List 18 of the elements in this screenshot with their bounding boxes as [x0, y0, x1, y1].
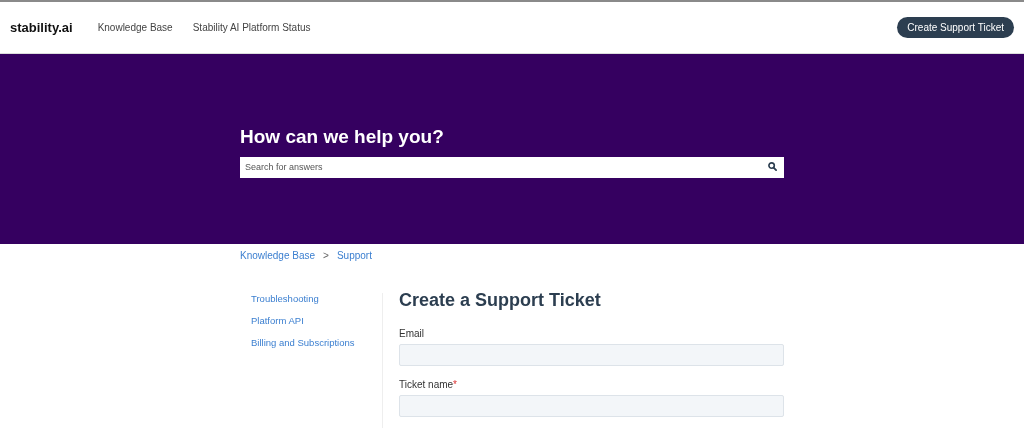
- nav-link[interactable]: Stability AI Platform Status: [192, 22, 311, 33]
- sidebar-link[interactable]: Troubleshooting: [251, 293, 382, 304]
- input-field[interactable]: [399, 344, 784, 366]
- nav-link[interactable]: Knowledge Base: [97, 22, 173, 33]
- sidebar-link[interactable]: Platform API: [251, 315, 382, 326]
- form-title: Create a Support Ticket: [399, 290, 602, 311]
- search-field[interactable]: Search for answers: [240, 156, 784, 178]
- input-field[interactable]: [399, 395, 784, 417]
- breadcrumb-separator: >: [323, 250, 329, 261]
- create-ticket-button[interactable]: Create Support Ticket: [897, 17, 1014, 38]
- sidebar-link[interactable]: Billing and Subscriptions: [251, 337, 382, 348]
- field-label: Ticket name*: [399, 379, 458, 390]
- hero-title: How can we help you?: [240, 126, 445, 148]
- logo[interactable]: stability.ai: [10, 20, 73, 35]
- field-label: Email: [399, 328, 425, 339]
- breadcrumb-link[interactable]: Knowledge Base: [240, 250, 316, 261]
- search-icon[interactable]: [768, 162, 777, 171]
- breadcrumb-link[interactable]: Support: [336, 250, 372, 261]
